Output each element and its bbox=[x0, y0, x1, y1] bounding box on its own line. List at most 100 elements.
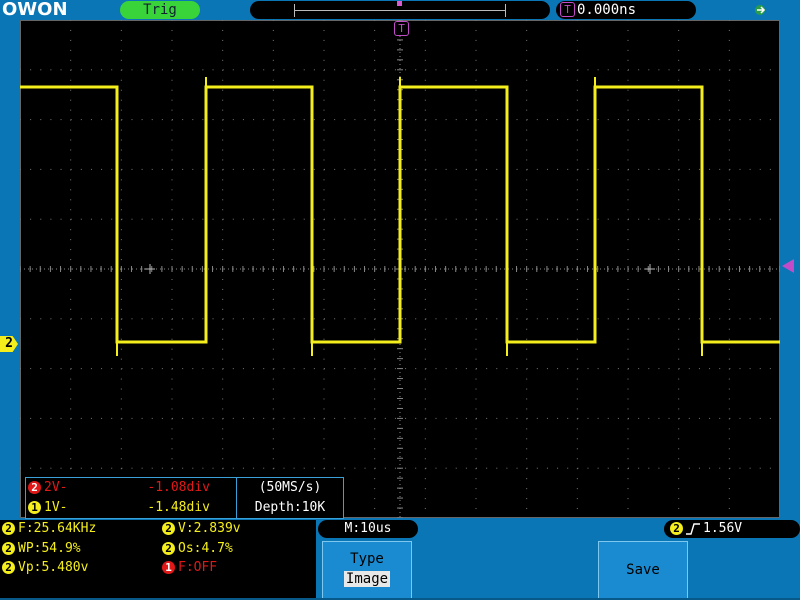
grid-dot bbox=[668, 69, 670, 71]
grid-dot bbox=[272, 348, 274, 350]
grid-dot bbox=[192, 467, 194, 469]
grid-dot bbox=[486, 318, 488, 320]
grid-dot bbox=[120, 328, 122, 330]
grid-dot bbox=[131, 318, 133, 320]
grid-dot bbox=[120, 388, 122, 390]
grid-dot bbox=[424, 438, 426, 440]
grid-dot bbox=[272, 328, 274, 330]
grid-dot bbox=[465, 318, 467, 320]
grid-dot bbox=[627, 139, 629, 141]
grid-dot bbox=[576, 189, 578, 191]
grid-dot bbox=[678, 49, 680, 51]
grid-dot bbox=[424, 139, 426, 141]
grid-dot bbox=[728, 259, 730, 261]
grid-dot bbox=[577, 467, 579, 469]
cursor-value: -1.48div bbox=[147, 500, 210, 515]
grid-dot bbox=[475, 59, 477, 61]
grid-dot bbox=[526, 417, 528, 419]
grid-dot bbox=[557, 119, 559, 121]
grid-dot bbox=[253, 168, 255, 170]
grid-dot bbox=[638, 417, 640, 419]
grid-dot bbox=[415, 69, 417, 71]
grid-dot bbox=[222, 278, 224, 280]
grid-dot bbox=[232, 467, 234, 469]
grid-dot bbox=[222, 298, 224, 300]
grid-dot bbox=[70, 388, 72, 390]
grid-dot bbox=[374, 249, 376, 251]
grid-dot bbox=[272, 308, 274, 310]
grid-dot bbox=[576, 378, 578, 380]
grid-dot bbox=[424, 89, 426, 91]
grid-dot bbox=[475, 388, 477, 390]
grid-dot bbox=[749, 168, 751, 170]
grid-dot bbox=[728, 29, 730, 31]
grid-dot bbox=[171, 129, 173, 131]
grid-dot bbox=[729, 467, 731, 469]
timebase-readout: M:10us bbox=[318, 520, 418, 538]
grid-dot bbox=[182, 168, 184, 170]
grid-dot bbox=[272, 149, 274, 151]
grid-dot bbox=[576, 298, 578, 300]
grid-dot bbox=[323, 408, 325, 410]
grid-dot bbox=[293, 467, 295, 469]
grid-dot bbox=[374, 478, 376, 480]
grid-dot bbox=[374, 448, 376, 450]
grid-dot bbox=[576, 278, 578, 280]
trigger-level-arrow-icon[interactable] bbox=[782, 259, 794, 273]
grid-dot bbox=[50, 119, 52, 121]
type-softkey-value: Image bbox=[343, 571, 391, 587]
grid-dot bbox=[120, 20, 122, 21]
grid-dot bbox=[192, 168, 194, 170]
grid-dot bbox=[476, 69, 477, 71]
grid-dot bbox=[222, 179, 224, 181]
grid-dot bbox=[455, 168, 457, 170]
grid-dot bbox=[688, 368, 690, 370]
grid-dot bbox=[688, 417, 690, 419]
grid-dot bbox=[121, 218, 123, 220]
grid-dot bbox=[607, 368, 609, 370]
grid-dot bbox=[272, 298, 274, 300]
grid-dot bbox=[323, 458, 325, 460]
grid-dot bbox=[303, 218, 305, 220]
grid-dot bbox=[374, 467, 376, 469]
grid-dot bbox=[70, 328, 72, 330]
grid-dot bbox=[415, 417, 417, 419]
grid-dot bbox=[111, 467, 113, 469]
grid-dot bbox=[151, 69, 153, 71]
grid-dot bbox=[424, 408, 426, 410]
save-softkey[interactable]: Save bbox=[598, 541, 688, 599]
grid-dot bbox=[526, 89, 528, 91]
grid-dot bbox=[769, 69, 771, 71]
grid-dot bbox=[455, 467, 457, 469]
grid-dot bbox=[263, 119, 265, 121]
grid-dot bbox=[60, 69, 62, 71]
grid-dot bbox=[597, 417, 599, 419]
grid-dot bbox=[445, 368, 447, 370]
grid-dot bbox=[303, 318, 305, 320]
grid-dot bbox=[728, 448, 730, 450]
grid-dot bbox=[202, 368, 204, 370]
grid-dot bbox=[242, 368, 244, 370]
grid-dot bbox=[627, 20, 629, 21]
grid-dot bbox=[344, 168, 346, 170]
grid-dot bbox=[171, 159, 173, 161]
grid-dot bbox=[607, 119, 609, 121]
grid-dot bbox=[171, 189, 173, 191]
grid-dot bbox=[496, 218, 498, 220]
brand-logo: OWON bbox=[2, 0, 68, 20]
channel2-offset-marker[interactable]: 2 bbox=[0, 336, 18, 352]
grid-dot bbox=[131, 119, 133, 121]
grid-dot bbox=[628, 368, 629, 370]
grid-dot bbox=[222, 89, 224, 91]
grid-dot bbox=[40, 417, 42, 419]
grid-dot bbox=[557, 318, 559, 320]
grid-dot bbox=[120, 428, 122, 430]
grid-dot bbox=[749, 417, 751, 419]
grid-dot bbox=[658, 318, 660, 320]
type-softkey[interactable]: Type Image bbox=[322, 541, 412, 599]
grid-dot bbox=[313, 417, 315, 419]
grid-dot bbox=[272, 239, 274, 241]
grid-dot bbox=[516, 467, 518, 469]
grid-dot bbox=[728, 209, 730, 211]
grid-dot bbox=[202, 417, 204, 419]
